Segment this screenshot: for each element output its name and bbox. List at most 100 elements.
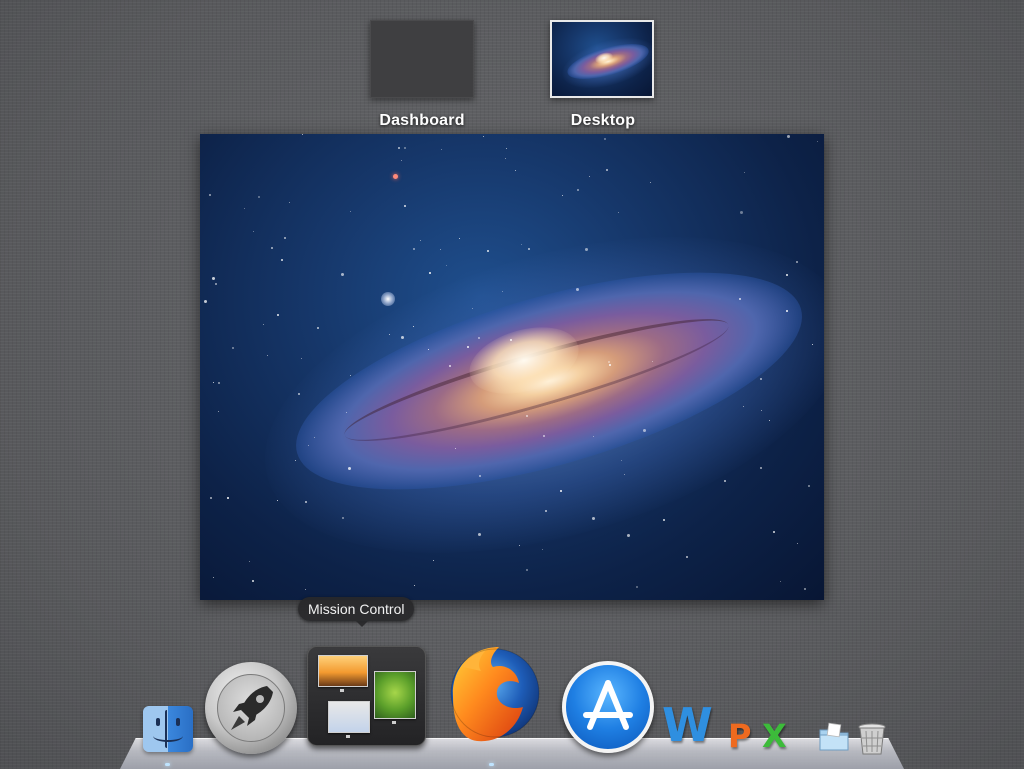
star: [414, 584, 416, 586]
star: [635, 585, 638, 588]
star: [759, 377, 762, 380]
star: [243, 208, 245, 210]
star: [663, 519, 666, 522]
dashboard-space-thumbnail[interactable]: [370, 20, 474, 98]
excel-icon[interactable]: X: [762, 718, 787, 754]
star: [623, 474, 625, 476]
star: [301, 134, 303, 136]
star: [501, 290, 503, 292]
dashboard-space-label: Dashboard: [379, 112, 465, 129]
star: [686, 556, 689, 559]
star: [528, 248, 531, 251]
star: [404, 204, 407, 207]
star: [440, 148, 442, 150]
star: [744, 172, 746, 174]
finder-icon[interactable]: [143, 706, 193, 752]
star: [404, 146, 407, 149]
star: [316, 327, 319, 330]
star: [808, 484, 811, 487]
star: [213, 576, 215, 578]
star: [740, 211, 744, 215]
star: [738, 297, 741, 300]
star: [649, 181, 651, 183]
star: [262, 324, 264, 326]
star: [419, 240, 421, 242]
star: [428, 271, 431, 274]
powerpoint-icon[interactable]: P: [728, 718, 751, 754]
app-store-icon[interactable]: [562, 661, 654, 753]
firefox-running-indicator: [489, 763, 494, 766]
star: [349, 210, 351, 212]
star: [577, 188, 580, 191]
folder-icon[interactable]: [818, 722, 850, 754]
star: [768, 419, 770, 421]
star: [803, 587, 806, 590]
galaxy-wallpaper-thumbnail: [552, 22, 652, 96]
star: [249, 561, 251, 563]
star: [204, 299, 208, 303]
star: [626, 534, 630, 538]
star: [226, 497, 229, 500]
word-icon[interactable]: W: [662, 700, 713, 750]
star: [759, 466, 762, 469]
star: [505, 147, 507, 149]
star: [300, 357, 302, 359]
star: [816, 140, 818, 142]
trash-icon[interactable]: [857, 722, 887, 756]
star: [742, 405, 744, 407]
star: [561, 194, 563, 196]
star: [267, 354, 269, 356]
star: [232, 347, 235, 350]
star: [305, 588, 307, 590]
star: [388, 333, 390, 335]
star: [454, 448, 456, 450]
star: [276, 314, 279, 317]
star: [477, 532, 481, 536]
dock-tooltip: Mission Control: [298, 597, 415, 627]
star: [604, 137, 607, 140]
star: [589, 176, 591, 178]
star: [724, 480, 727, 483]
star: [297, 392, 300, 395]
star: [210, 496, 213, 499]
star: [401, 160, 403, 162]
star: [478, 474, 481, 477]
star: [217, 381, 220, 384]
firefox-icon[interactable]: [433, 637, 551, 755]
star: [487, 249, 490, 252]
star: [526, 569, 529, 572]
star: [560, 489, 563, 492]
star: [618, 211, 620, 213]
star: [541, 549, 543, 551]
star: [397, 147, 400, 150]
star: [786, 134, 790, 138]
star: [483, 135, 485, 137]
star: [772, 530, 775, 533]
star: [439, 249, 441, 251]
star: [542, 434, 545, 437]
star: [271, 246, 274, 249]
desktop-wallpaper[interactable]: [200, 134, 824, 600]
star: [212, 381, 214, 383]
star: [209, 193, 212, 196]
star: [281, 258, 284, 261]
desktop-space-thumbnail[interactable]: [550, 20, 654, 98]
star: [445, 264, 447, 266]
star: [797, 542, 799, 544]
desktop-space-label: Desktop: [570, 112, 636, 129]
star: [251, 579, 254, 582]
star: [400, 336, 404, 340]
star: [606, 169, 609, 172]
star: [642, 428, 646, 432]
star: [412, 248, 415, 251]
galaxy-wallpaper: [200, 134, 824, 600]
star: [253, 231, 255, 233]
star: [505, 158, 507, 159]
star: [284, 237, 287, 240]
star: [433, 559, 435, 561]
star: [459, 237, 461, 239]
mission-control-icon[interactable]: [307, 646, 426, 746]
rocket-icon[interactable]: [205, 662, 297, 754]
star: [341, 273, 345, 277]
star: [521, 244, 522, 246]
